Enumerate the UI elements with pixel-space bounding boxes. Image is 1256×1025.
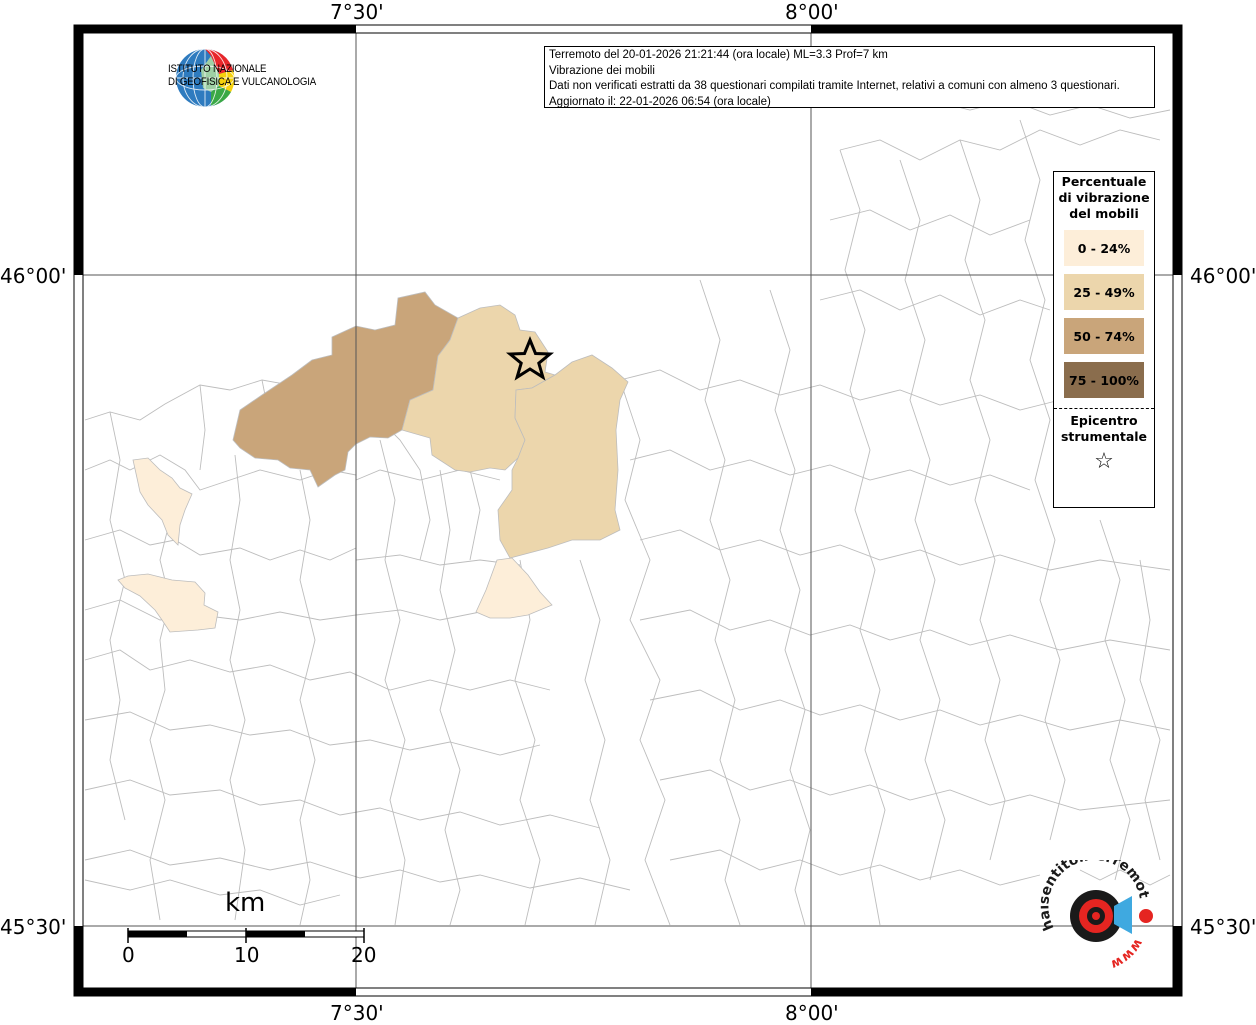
svg-text:www: www xyxy=(1108,936,1145,972)
legend-class-label: 50 - 74% xyxy=(1073,328,1135,344)
lat-label-left-top: 46°00' xyxy=(0,264,67,288)
legend-class-2: 50 - 74% xyxy=(1064,318,1144,354)
event-parameter: Vibrazione dei mobili xyxy=(549,64,655,77)
scale-unit: km xyxy=(225,888,266,918)
legend-epicenter-label: Epicentro strumentale xyxy=(1060,413,1148,444)
event-disclaimer: Dati non verificati estratti da 38 quest… xyxy=(549,80,1120,93)
lon-label-top-left: 7°30' xyxy=(330,0,384,24)
star-icon: ☆ xyxy=(1094,449,1114,474)
lon-label-top-right: 8°00' xyxy=(785,0,839,24)
logo-url: www xyxy=(1108,936,1145,972)
lat-label-right-top: 46°00' xyxy=(1190,264,1256,288)
scale-tick-0: 0 xyxy=(122,943,135,967)
legend-class-0: 0 - 24% xyxy=(1064,230,1144,266)
legend-separator xyxy=(1054,408,1154,409)
institute-name: ISTITUTO NAZIONALE DI GEOFISICA E VULCAN… xyxy=(168,63,316,89)
institute-line1: ISTITUTO NAZIONALE xyxy=(168,63,267,75)
haisentito-logo-icon: haisentitoilterremoto.it www xyxy=(1040,860,1153,972)
institute-line2: DI GEOFISICA E VULCANOLOGIA xyxy=(168,76,317,88)
event-updated: Aggiornato il: 22-01-2026 06:54 (ora loc… xyxy=(549,95,771,108)
legend-class-label: 0 - 24% xyxy=(1077,240,1131,256)
lon-label-bottom-right: 8°00' xyxy=(785,1001,839,1025)
lon-label-bottom-left: 7°30' xyxy=(330,1001,384,1025)
legend-title: Percentuale di vibrazione del mobili xyxy=(1058,174,1150,221)
legend-class-3: 75 - 100% xyxy=(1064,362,1144,398)
scale-tick-20: 20 xyxy=(351,943,377,967)
event-info-box: Terremoto del 20-01-2026 21:21:44 (ora l… xyxy=(544,46,1155,108)
legend-class-label: 25 - 49% xyxy=(1073,284,1135,300)
lat-label-right-bottom: 45°30' xyxy=(1190,915,1256,939)
map-area xyxy=(83,33,1173,988)
lat-label-left-bottom: 45°30' xyxy=(0,915,67,939)
event-title: Terremoto del 20-01-2026 21:21:44 (ora l… xyxy=(549,49,888,61)
legend-class-1: 25 - 49% xyxy=(1064,274,1144,310)
scale-tick-10: 10 xyxy=(234,943,260,967)
legend: Percentuale di vibrazione del mobili 0 -… xyxy=(1053,171,1155,508)
legend-class-label: 75 - 100% xyxy=(1069,372,1139,388)
